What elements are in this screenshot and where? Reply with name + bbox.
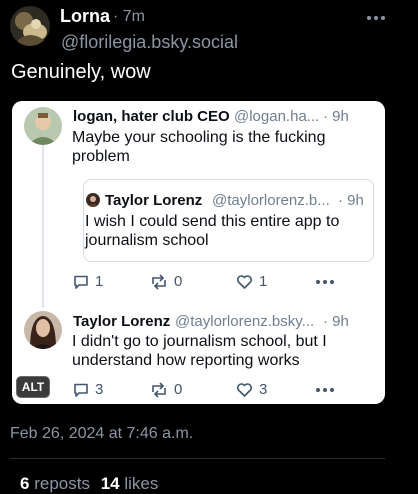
quote-text-line2: journalism school — [85, 232, 209, 249]
reply-action: 1 — [73, 273, 103, 290]
quote-text-line1: I wish I could send this entire app to — [85, 213, 340, 230]
embedded-image[interactable]: logan, hater club CEO @logan.ha... · 9h … — [12, 101, 385, 404]
reply-text-line2: problem — [72, 148, 130, 165]
reply-count: 1 — [95, 273, 104, 290]
like-action: 1 — [236, 273, 267, 290]
reply-icon — [74, 275, 88, 289]
quoted-post-card: Taylor Lorenz @taylorlorenz.b... · 9h I … — [83, 179, 374, 262]
like-icon — [236, 274, 253, 289]
author-name[interactable]: Lorna — [60, 6, 110, 27]
reply-avatar — [24, 107, 62, 145]
response-avatar — [24, 311, 62, 349]
repost-count: 0 — [174, 273, 183, 290]
response-author-name: Taylor Lorenz — [73, 313, 171, 330]
author-avatar[interactable] — [10, 6, 50, 46]
quote-handle: @taylorlorenz.b... — [212, 192, 330, 209]
more-dots-icon — [316, 388, 334, 392]
likes-count: 14 — [100, 474, 120, 493]
alt-text-badge[interactable]: ALT — [16, 376, 50, 398]
like-icon — [236, 382, 253, 397]
like-count: 1 — [259, 273, 268, 290]
reply-text-line1: Maybe your schooling is the fucking — [72, 129, 326, 146]
more-dots-icon — [316, 280, 334, 284]
like-count: 3 — [259, 381, 268, 398]
reply-time: · 9h — [323, 108, 349, 125]
repost-action: 0 — [150, 273, 182, 290]
response-text-line2: understand how reporting works — [72, 352, 300, 369]
thread-line — [42, 145, 44, 308]
author-handle[interactable]: @florilegia.bsky.social — [61, 32, 238, 53]
reply-icon — [74, 383, 88, 397]
repost-icon — [152, 381, 166, 398]
post-timestamp[interactable]: Feb 26, 2024 at 7:46 a.m. — [10, 425, 193, 443]
divider — [10, 458, 385, 459]
likes-stat[interactable]: 14 likes — [101, 474, 159, 493]
post-text: Genuinely, wow — [11, 61, 151, 83]
post-stats: 6 reposts 14 likes — [20, 474, 158, 494]
reposts-count: 6 — [20, 474, 30, 493]
reply-count: 3 — [95, 381, 104, 398]
reply-action: 3 — [73, 381, 103, 398]
post-time: · 7m — [113, 8, 145, 25]
response-text-line1: I didn't go to journalism school, but I — [72, 333, 327, 350]
quote-avatar — [86, 193, 100, 207]
response-time: · 9h — [323, 313, 349, 330]
reply-author-name: logan, hater club CEO — [73, 108, 230, 125]
more-dots-icon[interactable] — [367, 16, 385, 20]
repost-action: 0 — [150, 381, 182, 398]
likes-label: likes — [124, 474, 159, 493]
response-handle: @taylorlorenz.bsky... — [175, 313, 315, 330]
reply-handle: @logan.ha... — [234, 108, 320, 125]
repost-count: 0 — [174, 381, 183, 398]
quote-time: · 9h — [338, 192, 364, 209]
like-action: 3 — [236, 381, 267, 398]
quote-author-name: Taylor Lorenz — [105, 192, 203, 209]
repost-icon — [152, 273, 166, 290]
reposts-stat[interactable]: 6 reposts — [20, 474, 95, 493]
reposts-label: reposts — [34, 474, 90, 493]
